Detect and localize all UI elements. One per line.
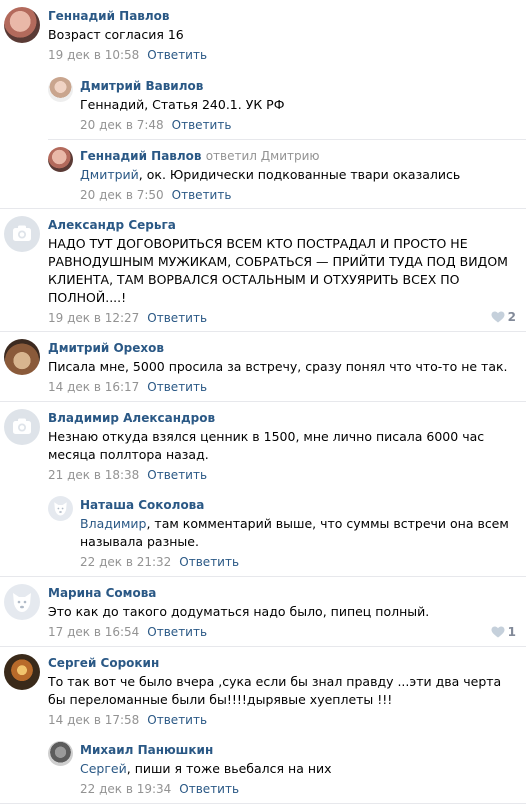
reply-button[interactable]: Ответить (147, 380, 207, 394)
comment-text: НАДО ТУТ ДОГОВОРИТЬСЯ ВСЕМ КТО ПОСТРАДАЛ… (48, 236, 508, 305)
comment-author[interactable]: Дмитрий Вавилов (80, 70, 510, 94)
reply-button[interactable]: Ответить (147, 468, 207, 482)
camera-icon (13, 418, 31, 434)
mention-link[interactable]: Дмитрий (80, 167, 139, 182)
reply-button[interactable]: Ответить (179, 555, 239, 569)
comment-author[interactable]: Сергей Сорокин (48, 647, 510, 671)
avatar[interactable] (4, 584, 40, 620)
separator (0, 803, 526, 804)
dog-icon (54, 502, 67, 516)
comment-reply: Михаил Панюшкин Сергей, пиши я тоже вьеб… (0, 734, 526, 804)
comment-text: Писала мне, 5000 просила за встречу, сра… (48, 359, 508, 374)
comment-date[interactable]: 14 дек в 16:17 (48, 380, 139, 394)
comment-date[interactable]: 21 дек в 18:38 (48, 468, 139, 482)
comment: Дмитрий Орехов Писала мне, 5000 просила … (0, 332, 526, 402)
comment-text: Геннадий, Статья 240.1. УК РФ (80, 97, 285, 112)
comment-reply: Дмитрий Вавилов Геннадий, Статья 240.1. … (0, 70, 526, 140)
comment-date[interactable]: 22 дек в 19:34 (80, 782, 171, 796)
mention-link[interactable]: Владимир (80, 516, 146, 531)
comment-author[interactable]: Геннадий Павлов (48, 0, 510, 24)
heart-icon (491, 626, 505, 638)
avatar[interactable] (4, 216, 40, 252)
reply-button[interactable]: Ответить (147, 625, 207, 639)
avatar[interactable] (4, 409, 40, 445)
comment-date[interactable]: 19 дек в 10:58 (48, 48, 139, 62)
like-button[interactable]: 2 (491, 310, 516, 324)
comment-author[interactable]: Владимир Александров (48, 402, 510, 426)
comment-author[interactable]: Александр Серьга (48, 209, 510, 233)
like-count: 1 (507, 625, 516, 639)
comment-text: Это как до такого додуматься надо было, … (48, 604, 430, 619)
reply-button[interactable]: Ответить (179, 782, 239, 796)
avatar[interactable] (4, 339, 40, 375)
comment-author: Геннадий Павлов ответил Дмитрию (80, 140, 510, 164)
comment-reply: Наташа Соколова Владимир, там комментари… (0, 489, 526, 577)
avatar[interactable] (48, 496, 73, 521)
comment-date[interactable]: 17 дек в 16:54 (48, 625, 139, 639)
dog-icon (13, 593, 31, 612)
comment-meta: 19 дек в 10:58 Ответить (48, 47, 510, 71)
reply-note: ответил Дмитрию (205, 149, 320, 163)
camera-icon (13, 225, 31, 241)
comment-text: Сергей, пиши я тоже вьебался на них (80, 760, 510, 778)
comment-author[interactable]: Дмитрий Орехов (48, 332, 510, 356)
comment-date[interactable]: 19 дек в 12:27 (48, 311, 139, 325)
comment: Геннадий Павлов Возраст согласия 16 19 д… (0, 0, 526, 70)
avatar[interactable] (4, 7, 40, 43)
comment-meta: 20 дек в 7:48 Ответить (80, 117, 510, 141)
reply-button[interactable]: Ответить (147, 713, 207, 727)
comment-text: То так вот че было вчера ,сука если бы з… (48, 674, 502, 707)
heart-icon (491, 311, 505, 323)
comment-text-body: , пиши я тоже вьебался на них (126, 761, 332, 776)
comment-meta: 22 дек в 19:34 Ответить (80, 781, 510, 805)
comment-author[interactable]: Наташа Соколова (80, 489, 510, 513)
comments-list: Геннадий Павлов Возраст согласия 16 19 д… (0, 0, 526, 804)
comment: Сергей Сорокин То так вот че было вчера … (0, 647, 526, 734)
comment-date[interactable]: 20 дек в 7:48 (80, 118, 164, 132)
comment-text: Дмитрий, ок. Юридически подкованные твар… (80, 166, 510, 184)
comment-text: Незнаю откуда взялся ценник в 1500, мне … (48, 429, 485, 462)
comment: Александр Серьга НАДО ТУТ ДОГОВОРИТЬСЯ В… (0, 209, 526, 332)
mention-link[interactable]: Сергей (80, 761, 127, 776)
comment-text: Владимир, там комментарий выше, что сумм… (80, 515, 510, 551)
comment-meta: 14 дек в 16:17 Ответить (48, 379, 510, 403)
comment-date[interactable]: 20 дек в 7:50 (80, 188, 164, 202)
comment-date[interactable]: 14 дек в 17:58 (48, 713, 139, 727)
comment-reply: Геннадий Павлов ответил Дмитрию Дмитрий,… (0, 140, 526, 209)
comment-meta: 14 дек в 17:58 Ответить (48, 712, 510, 736)
comment-author[interactable]: Михаил Панюшкин (80, 734, 510, 758)
avatar[interactable] (4, 654, 40, 690)
comment-author[interactable]: Марина Сомова (48, 577, 510, 601)
comment-date[interactable]: 22 дек в 21:32 (80, 555, 171, 569)
comment: Марина Сомова Это как до такого додумать… (0, 577, 526, 647)
like-button[interactable]: 1 (491, 625, 516, 639)
like-count: 2 (507, 310, 516, 324)
reply-button[interactable]: Ответить (172, 118, 232, 132)
avatar[interactable] (48, 77, 73, 102)
avatar[interactable] (48, 741, 73, 766)
comment-meta: 21 дек в 18:38 Ответить (48, 467, 510, 491)
comment-text: Возраст согласия 16 (48, 27, 184, 42)
comment: Владимир Александров Незнаю откуда взялс… (0, 402, 526, 489)
author-name[interactable]: Геннадий Павлов (80, 149, 202, 163)
comment-text-body: , ок. Юридически подкованные твари оказа… (138, 167, 461, 182)
reply-button[interactable]: Ответить (172, 188, 232, 202)
reply-button[interactable]: Ответить (147, 311, 207, 325)
reply-button[interactable]: Ответить (147, 48, 207, 62)
comment-meta: 22 дек в 21:32 Ответить (80, 554, 510, 578)
comment-meta: 17 дек в 16:54 Ответить (48, 624, 510, 648)
avatar[interactable] (48, 147, 73, 172)
